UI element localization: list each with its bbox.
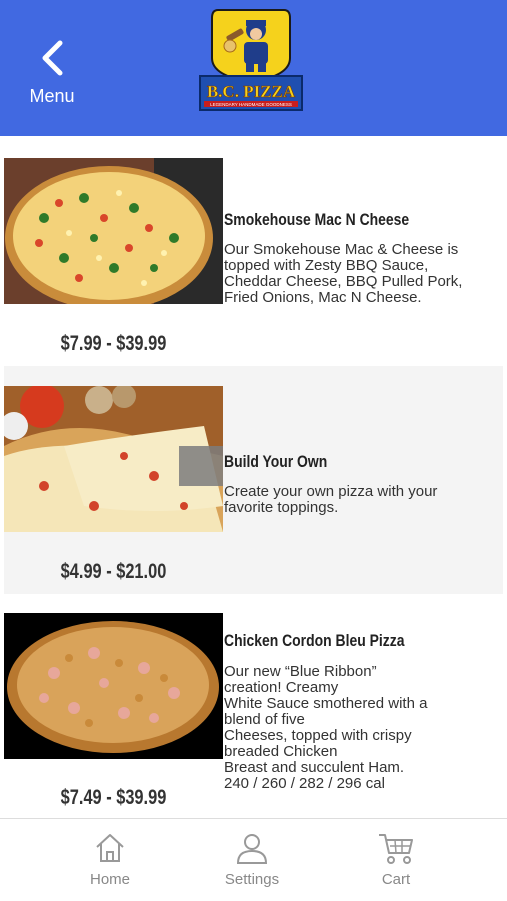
- menu-item[interactable]: Build Your Own Create your own pizza wit…: [4, 366, 503, 594]
- tab-settings[interactable]: Settings: [202, 831, 302, 888]
- menu-item[interactable]: Chicken Cordon Bleu Pizza Our new “Blue …: [4, 594, 503, 818]
- cheese-pizza-slice-photo: [4, 386, 223, 532]
- item-price: $7.99 - $39.99: [60, 332, 167, 355]
- home-icon: [96, 834, 124, 862]
- tab-cart-label: Cart: [381, 871, 411, 888]
- menu-label: Menu: [29, 86, 75, 106]
- pizza-toppings-photo: [4, 158, 223, 304]
- header-bar: Menu B.C. PIZZA LEGENDARY HANDMADE GOODN…: [0, 0, 507, 136]
- cordon-bleu-pizza-photo: [4, 613, 223, 759]
- svg-text:B.C. PIZZA: B.C. PIZZA: [207, 82, 296, 101]
- svg-text:LEGENDARY HANDMADE GOODNESS: LEGENDARY HANDMADE GOODNESS: [210, 102, 292, 107]
- cart-icon: [379, 834, 413, 864]
- item-price: $4.99 - $21.00: [60, 560, 167, 583]
- item-price: $7.49 - $39.99: [60, 786, 167, 809]
- tab-settings-label: Settings: [224, 871, 280, 888]
- item-title: Chicken Cordon Bleu Pizza: [224, 631, 405, 650]
- menu-item[interactable]: Smokehouse Mac N Cheese Our Smokehouse M…: [4, 152, 503, 366]
- tab-home-label: Home: [89, 871, 130, 888]
- menu-back-button[interactable]: Menu: [20, 40, 84, 106]
- bottom-tab-bar: Home Settings Cart: [0, 818, 507, 901]
- item-description: Our Smokehouse Mac & Cheese is topped wi…: [224, 241, 463, 306]
- user-icon: [236, 834, 268, 864]
- tab-home[interactable]: Home: [60, 831, 160, 888]
- item-description: Our new “Blue Ribbon” creation! Creamy W…: [224, 663, 428, 792]
- chevron-left-icon: [42, 40, 63, 76]
- item-description: Create your own pizza with your favorite…: [224, 483, 438, 516]
- tab-cart[interactable]: Cart: [346, 831, 446, 888]
- item-title: Smokehouse Mac N Cheese: [224, 210, 410, 229]
- item-title: Build Your Own: [224, 452, 328, 471]
- bc-pizza-logo[interactable]: B.C. PIZZA LEGENDARY HANDMADE GOODNESS: [196, 6, 306, 114]
